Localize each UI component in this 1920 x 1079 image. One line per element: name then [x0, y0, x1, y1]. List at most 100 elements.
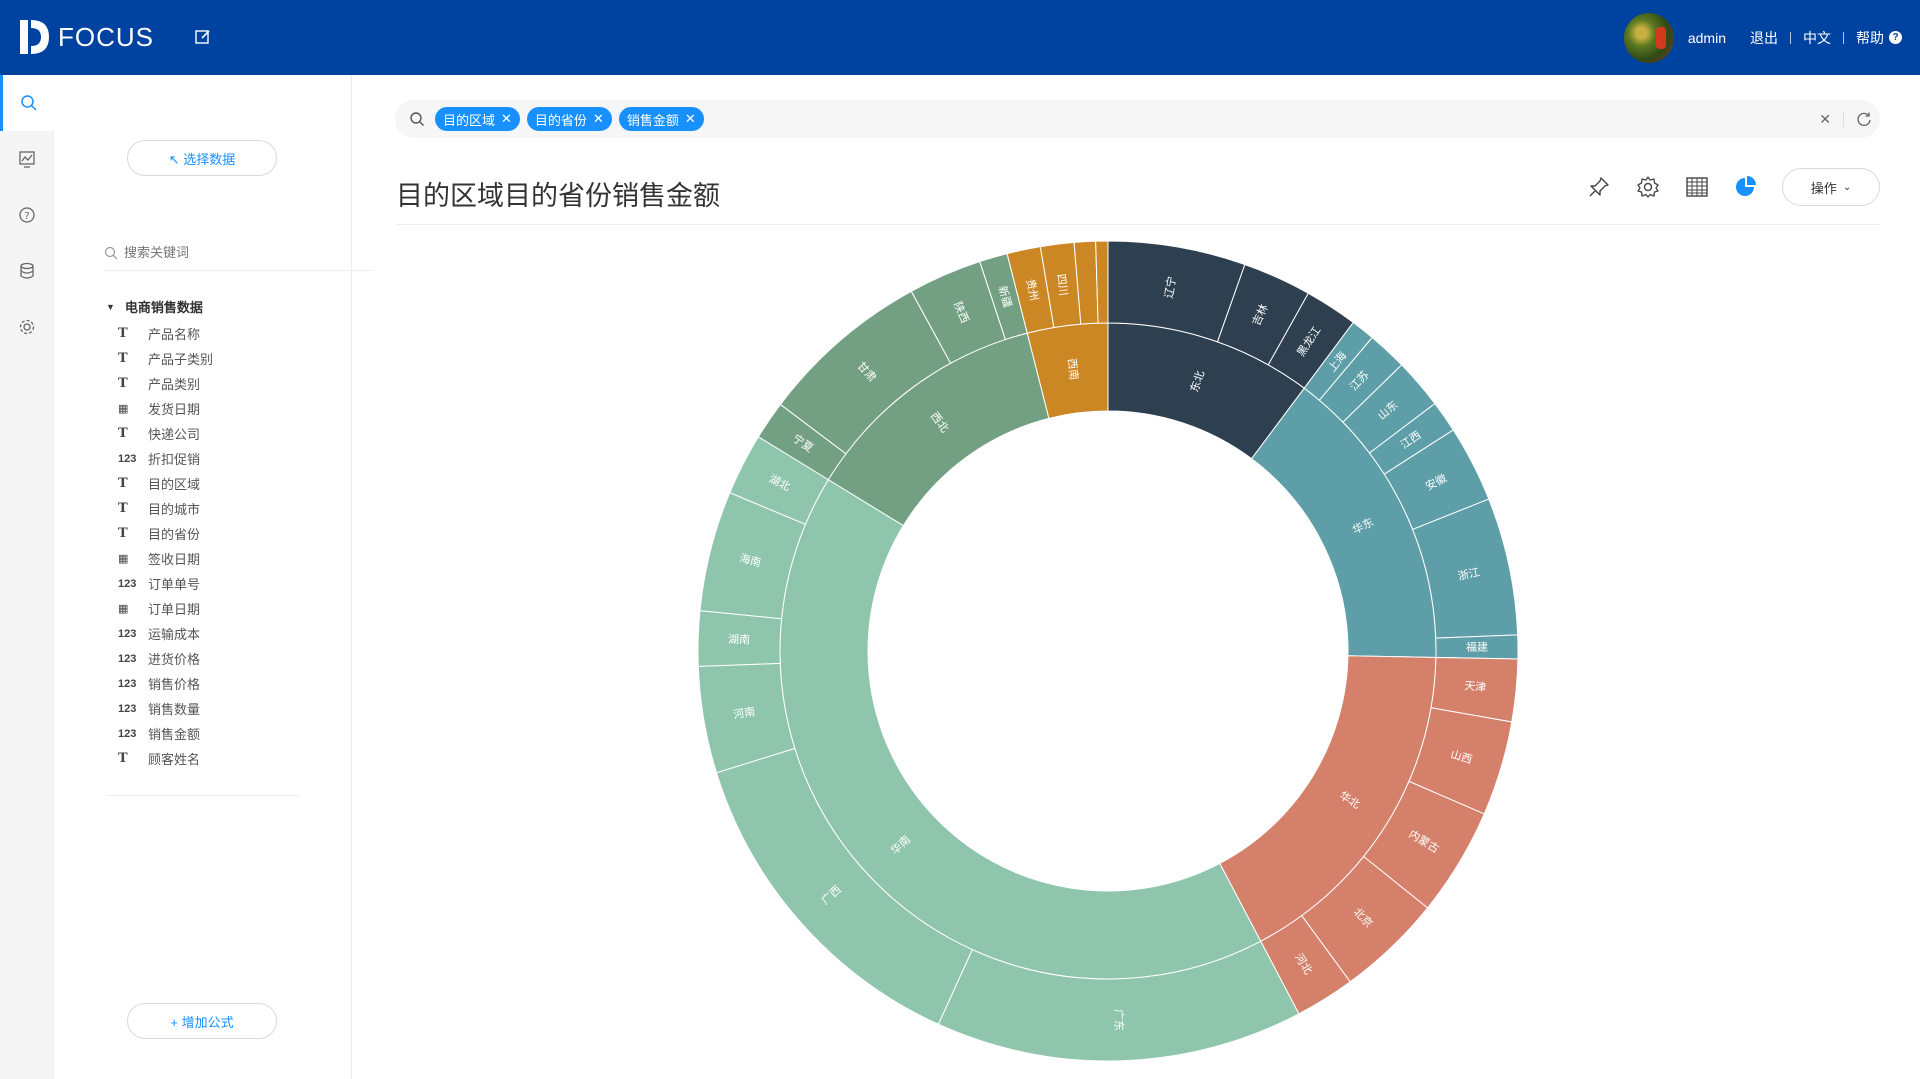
field-item[interactable]: ▦ 订单日期	[118, 596, 213, 621]
field-item[interactable]: 123 销售价格	[118, 671, 213, 696]
divider	[396, 224, 1880, 225]
refresh-icon[interactable]	[1856, 111, 1872, 127]
number-type-icon: 123	[118, 702, 137, 715]
field-item[interactable]: 123 进货价格	[118, 646, 213, 671]
search-bar[interactable]: 目的区域 ✕ 目的省份 ✕ 销售金额 ✕ ✕	[395, 100, 1880, 138]
field-item[interactable]: T 产品类别	[118, 371, 213, 396]
search-tag[interactable]: 目的区域 ✕	[435, 107, 520, 131]
field-label: 目的区域	[148, 477, 201, 492]
field-label: 目的省份	[148, 527, 201, 542]
region-segment-label: 西南	[1065, 357, 1081, 380]
chevron-down-icon: ⌄	[1842, 181, 1852, 193]
date-type-icon: ▦	[118, 553, 129, 565]
field-label: 运输成本	[148, 627, 201, 642]
field-item[interactable]: T 目的省份	[118, 521, 213, 546]
province-segment-label: 天津	[1464, 679, 1487, 694]
username[interactable]: admin	[1688, 30, 1726, 46]
help-icon[interactable]: ?	[0, 187, 54, 243]
sunburst-chart[interactable]: 东北辽宁吉林黑龙江华东上海江苏山东江西安徽浙江福建华北天津山西内蒙古北京河北华南…	[698, 241, 1518, 1061]
field-label: 进货价格	[148, 652, 201, 667]
number-type-icon: 123	[118, 677, 137, 690]
logo[interactable]: FOCUS	[18, 18, 154, 56]
field-item[interactable]: T 快递公司	[118, 421, 213, 446]
text-type-icon: T	[118, 426, 128, 441]
field-item[interactable]: 123 运输成本	[118, 621, 213, 646]
close-icon[interactable]: ✕	[685, 111, 696, 127]
field-label: 产品名称	[148, 327, 201, 342]
field-item[interactable]: 123 销售金额	[118, 721, 213, 746]
clear-icon[interactable]: ✕	[1819, 111, 1831, 128]
date-type-icon: ▦	[118, 403, 129, 415]
close-icon[interactable]: ✕	[501, 111, 512, 127]
tag-label: 销售金额	[626, 112, 679, 128]
field-item[interactable]: T 目的区域	[118, 471, 213, 496]
keyword-search-input[interactable]	[124, 245, 344, 260]
brand-name: FOCUS	[58, 21, 154, 52]
field-item[interactable]: T 产品子类别	[118, 346, 213, 371]
caret-down-icon: ▼	[106, 301, 115, 312]
divider	[1843, 31, 1844, 44]
logout-link[interactable]: 退出	[1750, 28, 1778, 48]
field-item[interactable]: ▦ 发货日期	[118, 396, 213, 421]
field-label: 折扣促销	[148, 452, 201, 467]
field-label: 订单日期	[148, 602, 201, 617]
field-label: 快递公司	[148, 427, 201, 442]
field-item[interactable]: 123 折扣促销	[118, 446, 213, 471]
operations-label: 操作	[1810, 180, 1837, 196]
table-icon[interactable]	[1684, 174, 1710, 200]
number-type-icon: 123	[118, 452, 137, 465]
settings-icon[interactable]	[0, 299, 54, 355]
text-type-icon: T	[118, 751, 128, 766]
gear-icon[interactable]	[1635, 174, 1661, 200]
edit-icon[interactable]	[194, 28, 214, 48]
field-label: 订单单号	[148, 577, 201, 592]
close-icon[interactable]: ✕	[593, 111, 604, 127]
dashboard-icon[interactable]	[0, 131, 54, 187]
number-type-icon: 123	[118, 727, 137, 740]
field-label: 产品子类别	[148, 352, 214, 367]
search-icon	[104, 246, 118, 259]
province-segment-label: 湖南	[728, 633, 750, 647]
field-item[interactable]: T 目的城市	[118, 496, 213, 521]
avatar[interactable]	[1623, 12, 1674, 63]
search-actions: ✕	[1819, 100, 1872, 138]
dataset-node[interactable]: ▼ 电商销售数据	[106, 297, 203, 316]
divider	[1790, 31, 1791, 44]
number-type-icon: 123	[118, 627, 137, 640]
search-icon[interactable]	[0, 75, 54, 131]
field-item[interactable]: 123 销售数量	[118, 696, 213, 721]
pie-chart-icon[interactable]	[1733, 174, 1759, 200]
text-type-icon: T	[118, 501, 128, 516]
icon-rail: ?	[0, 75, 54, 1079]
field-label: 销售价格	[148, 677, 201, 692]
field-list: T 产品名称 T 产品子类别 T 产品类别 ▦ 发货日期 T 快递公司 123 折扣促销 T 目的区域 T 目…	[118, 321, 213, 771]
help-link[interactable]: 帮助	[1856, 28, 1884, 48]
focus-logo-icon	[20, 20, 49, 54]
field-item[interactable]: T 产品名称	[118, 321, 213, 346]
province-segment-label: 广东	[1112, 1009, 1126, 1031]
keyword-search[interactable]	[104, 235, 374, 271]
select-data-button[interactable]: ↖ 选择数据	[127, 140, 277, 176]
search-tag[interactable]: 销售金额 ✕	[618, 107, 704, 131]
text-type-icon: T	[118, 326, 128, 341]
province-segment-label: 四川	[1054, 273, 1070, 296]
province-segment[interactable]	[1095, 241, 1109, 324]
text-type-icon: T	[118, 376, 128, 391]
pin-icon[interactable]	[1586, 174, 1612, 200]
field-item[interactable]: 123 订单单号	[118, 571, 213, 596]
field-label: 销售金额	[148, 727, 201, 742]
search-icon	[410, 112, 424, 126]
question-icon[interactable]: ?	[1889, 31, 1902, 44]
operations-button[interactable]: 操作 ⌄	[1782, 168, 1880, 206]
search-tag[interactable]: 目的省份 ✕	[526, 107, 612, 131]
field-item[interactable]: T 顾客姓名	[118, 746, 213, 771]
top-bar: FOCUS admin 退出 中文 帮助 ?	[0, 0, 1920, 75]
database-icon[interactable]	[0, 243, 54, 299]
add-formula-button[interactable]: + 增加公式	[127, 1003, 277, 1039]
field-label: 发货日期	[148, 402, 201, 417]
language-switch[interactable]: 中文	[1803, 28, 1831, 48]
field-item[interactable]: ▦ 签收日期	[118, 546, 213, 571]
field-label: 签收日期	[148, 552, 201, 567]
field-label: 产品类别	[148, 377, 201, 392]
number-type-icon: 123	[118, 577, 137, 590]
